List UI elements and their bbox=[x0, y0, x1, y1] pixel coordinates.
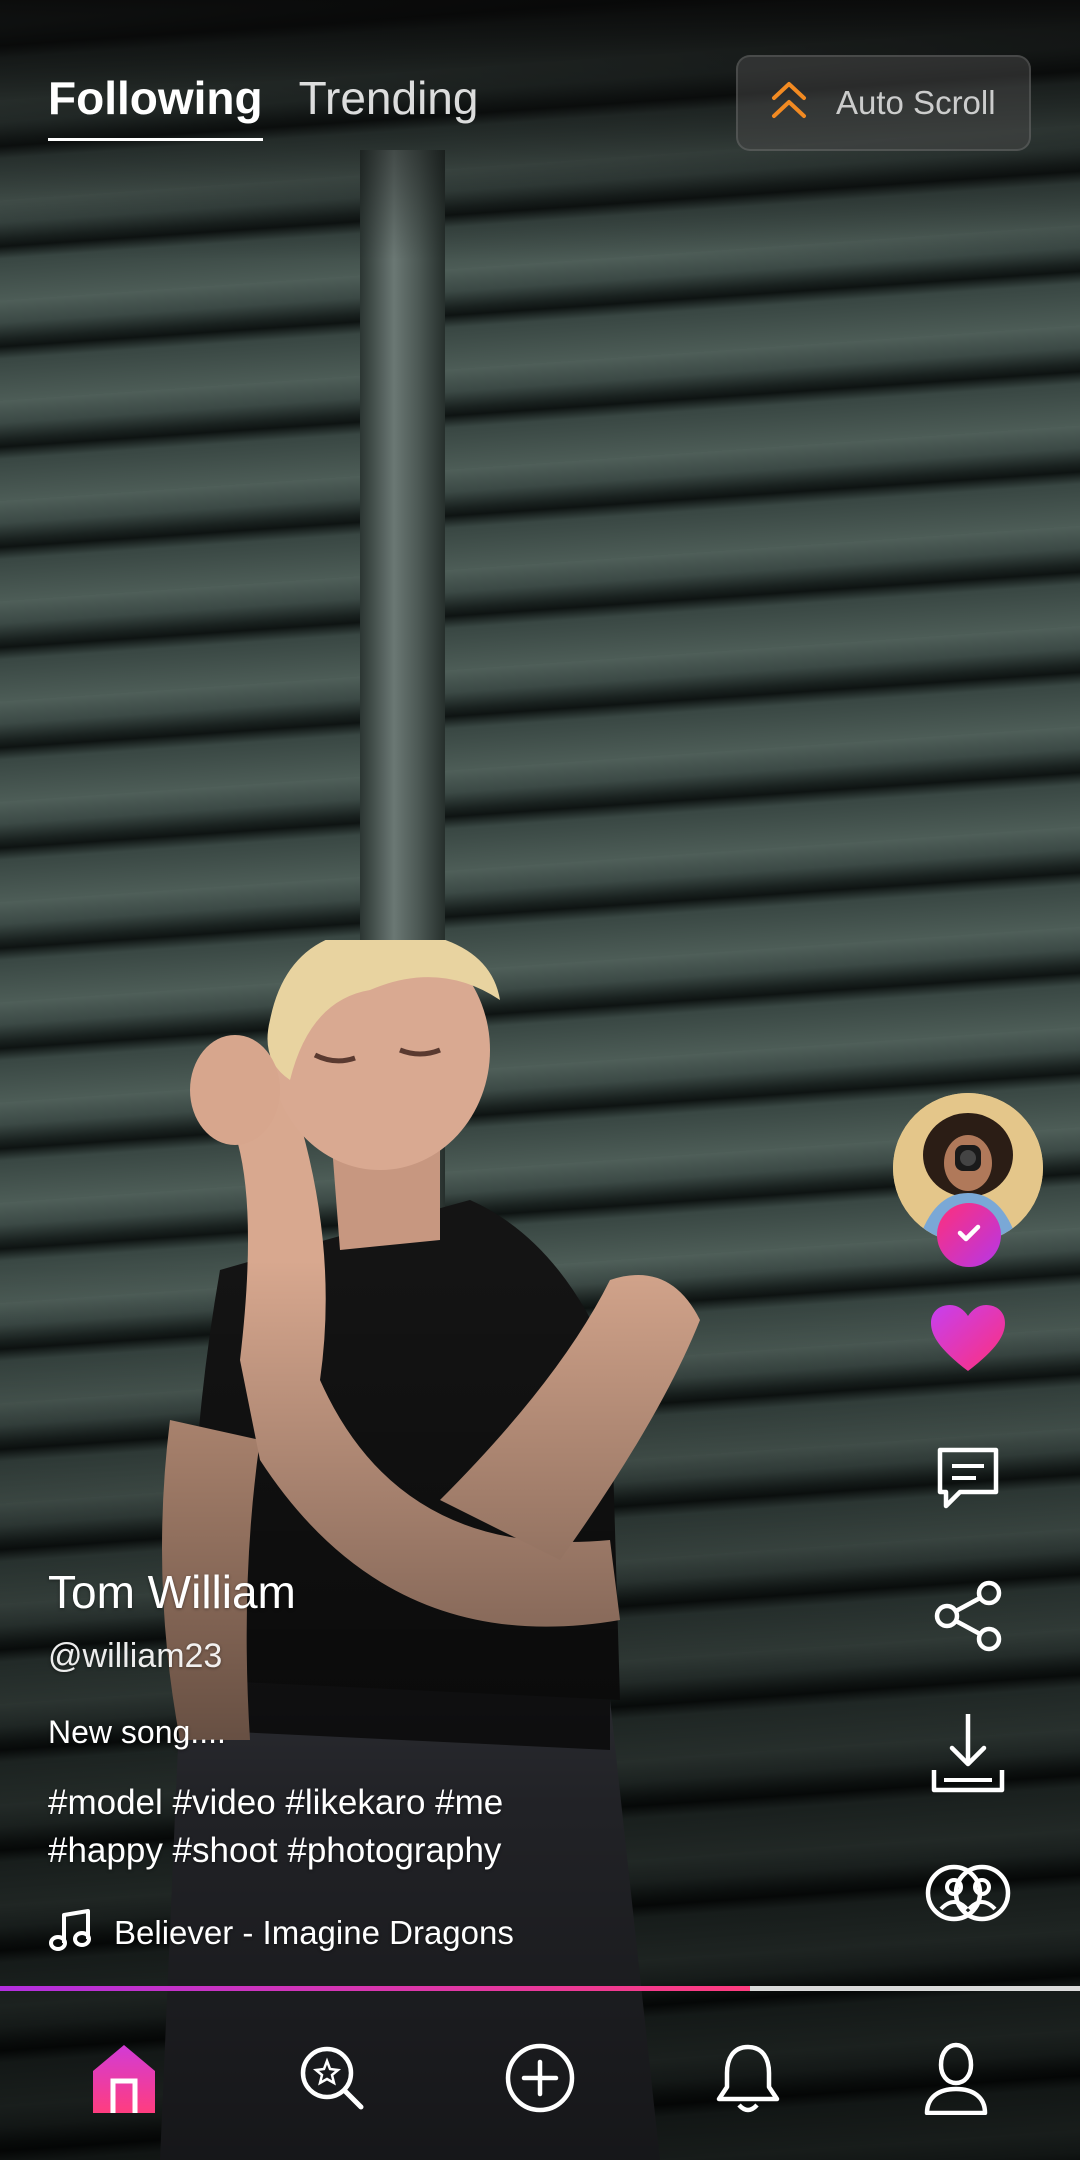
comment-icon bbox=[934, 1444, 1002, 1517]
feed-tabs: Following Trending bbox=[48, 68, 478, 141]
comment-button[interactable] bbox=[928, 1440, 1008, 1520]
nav-create[interactable] bbox=[480, 2020, 600, 2140]
post-description: New song.... bbox=[48, 1714, 226, 1750]
tab-following[interactable]: Following bbox=[48, 68, 263, 141]
double-chevron-up-icon bbox=[768, 78, 810, 129]
author-handle[interactable]: @william23 bbox=[48, 1637, 668, 1676]
music-track[interactable]: Believer - Imagine Dragons bbox=[48, 1907, 668, 1958]
share-icon bbox=[933, 1579, 1003, 1658]
duet-icon bbox=[924, 1863, 1012, 1928]
check-icon bbox=[954, 1218, 984, 1253]
hashtags-line-2[interactable]: #happy #shoot #photography bbox=[48, 1827, 668, 1875]
hashtags[interactable]: #model #video #likekaro #me #happy #shoo… bbox=[48, 1779, 668, 1875]
add-icon bbox=[504, 2042, 576, 2119]
download-icon bbox=[930, 1712, 1006, 1799]
song-title: Believer - Imagine Dragons bbox=[114, 1913, 514, 1951]
user-icon bbox=[923, 2041, 989, 2120]
search-icon bbox=[297, 2043, 367, 2118]
bottom-navigation bbox=[0, 2000, 1080, 2160]
post-caption: Tom William @william23 New song.... #mod… bbox=[48, 1565, 668, 1958]
like-button[interactable] bbox=[928, 1300, 1008, 1380]
video-progress-fill bbox=[0, 1986, 750, 1991]
auto-scroll-button[interactable]: Auto Scroll bbox=[736, 55, 1031, 151]
author-avatar[interactable] bbox=[893, 1093, 1043, 1267]
duet-button[interactable] bbox=[925, 1855, 1011, 1935]
share-button[interactable] bbox=[928, 1578, 1008, 1658]
nav-notifications[interactable] bbox=[688, 2020, 808, 2140]
video-progress-bar[interactable] bbox=[0, 1986, 1080, 1991]
follow-check-badge[interactable] bbox=[937, 1203, 1001, 1267]
heart-icon bbox=[929, 1303, 1007, 1378]
download-button[interactable] bbox=[928, 1713, 1008, 1795]
home-icon bbox=[89, 2041, 159, 2120]
music-note-icon bbox=[48, 1907, 94, 1958]
bell-icon bbox=[715, 2041, 781, 2120]
nav-discover[interactable] bbox=[272, 2020, 392, 2140]
nav-home[interactable] bbox=[64, 2020, 184, 2140]
nav-profile[interactable] bbox=[896, 2020, 1016, 2140]
author-name[interactable]: Tom William bbox=[48, 1565, 668, 1619]
auto-scroll-label: Auto Scroll bbox=[836, 84, 996, 121]
hashtags-line-1[interactable]: #model #video #likekaro #me bbox=[48, 1779, 668, 1827]
tab-trending[interactable]: Trending bbox=[299, 68, 479, 141]
